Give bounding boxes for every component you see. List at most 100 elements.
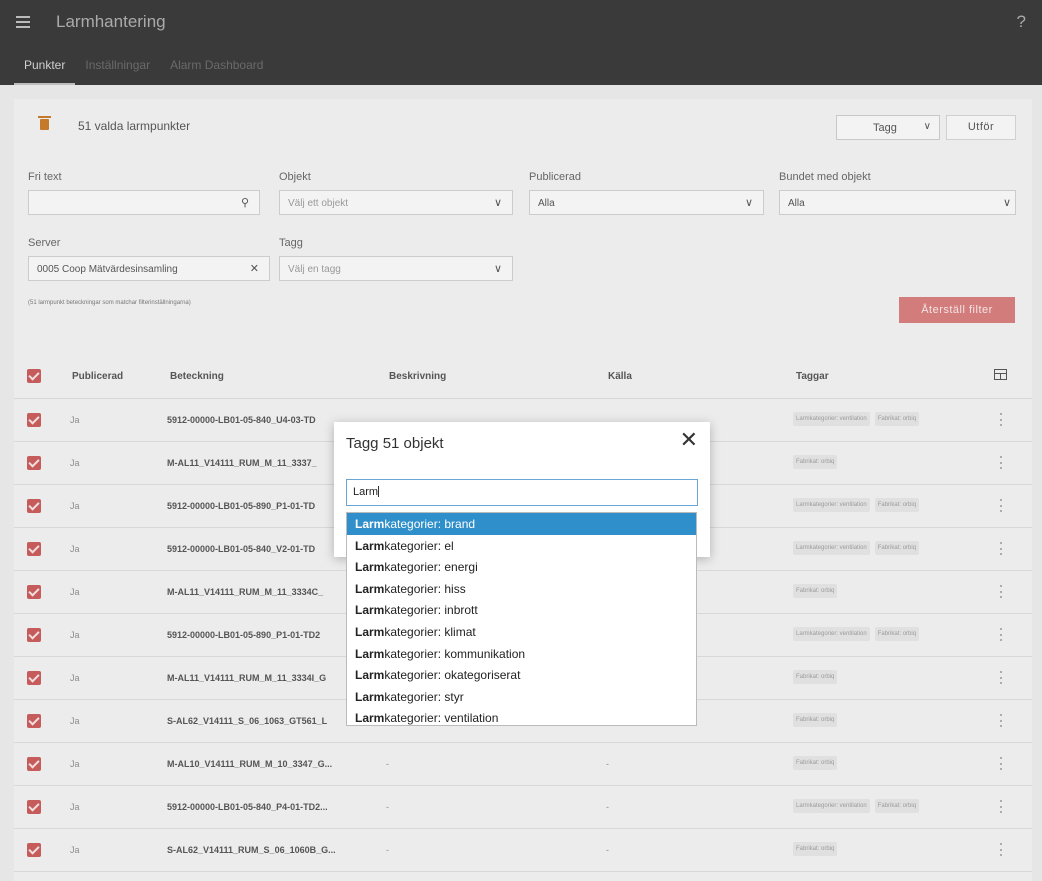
help-icon[interactable]: ? <box>1017 12 1026 32</box>
beteckning-cell[interactable]: 5912-00000-LB01-05-890_P1-01-TD2 <box>167 630 320 640</box>
clear-icon[interactable]: ✕ <box>250 262 259 275</box>
more-vert-icon[interactable] <box>1000 499 1003 512</box>
row-checkbox[interactable] <box>27 800 41 814</box>
more-vert-icon[interactable] <box>1000 542 1003 555</box>
hamburger-menu-icon[interactable] <box>16 16 30 28</box>
tags-cell: Larmkategorier: ventilation Fabrikat: orb… <box>793 541 920 555</box>
tag-chip[interactable]: Larmkategorier: ventilation <box>793 627 870 641</box>
action-select[interactable]: Tagg ∨ <box>836 115 940 140</box>
beteckning-cell[interactable]: M-AL11_V14111_RUM_M_11_3334C_ <box>167 587 323 597</box>
col-taggar[interactable]: Taggar <box>796 371 829 382</box>
more-vert-icon[interactable] <box>1000 843 1003 856</box>
row-checkbox[interactable] <box>27 714 41 728</box>
more-vert-icon[interactable] <box>1000 671 1003 684</box>
publicerad-select[interactable]: Alla ∨ <box>529 190 764 215</box>
row-checkbox[interactable] <box>27 628 41 642</box>
suggestion-item[interactable]: Larmkategorier: okategoriserat <box>347 664 696 686</box>
tab-installningar[interactable]: Inställningar <box>75 44 160 85</box>
beskrivning-cell: - <box>386 759 389 769</box>
beteckning-cell[interactable]: 5912-00000-LB01-05-890_P1-01-TD <box>167 501 315 511</box>
col-beskrivning[interactable]: Beskrivning <box>389 371 446 382</box>
more-vert-icon[interactable] <box>1000 456 1003 469</box>
tag-chip[interactable]: Larmkategorier: ventilation <box>793 498 870 512</box>
tag-chip[interactable]: Larmkategorier: ventilation <box>793 541 870 555</box>
tag-chip[interactable]: Fabrikat: orbiq <box>793 584 838 598</box>
tag-chip[interactable]: Fabrikat: orbiq <box>874 541 920 555</box>
publicerad-cell: Ja <box>70 673 80 683</box>
close-icon[interactable]: ✕ <box>680 427 698 453</box>
beteckning-cell[interactable]: 5912-00000-LB01-05-840_P4-01-TD2... <box>167 802 328 812</box>
table-row[interactable]: Ja S-AL62_V14111_RUM_S_06_1060B_G... - -… <box>14 829 1032 872</box>
tab-alarm-dashboard[interactable]: Alarm Dashboard <box>160 44 273 85</box>
suggestion-item[interactable]: Larmkategorier: brand <box>347 513 696 535</box>
col-publicerad[interactable]: Publicerad <box>72 371 123 382</box>
more-vert-icon[interactable] <box>1000 714 1003 727</box>
beteckning-cell[interactable]: S-AL62_V14111_RUM_S_06_1060B_G... <box>167 845 336 855</box>
suggestion-item[interactable]: Larmkategorier: klimat <box>347 621 696 643</box>
row-checkbox[interactable] <box>27 843 41 857</box>
objekt-select[interactable]: Välj ett objekt ∨ <box>279 190 513 215</box>
tag-chip[interactable]: Fabrikat: orbiq <box>874 799 920 813</box>
more-vert-icon[interactable] <box>1000 585 1003 598</box>
suggestion-item[interactable]: Larmkategorier: energi <box>347 556 696 578</box>
row-checkbox[interactable] <box>27 413 41 427</box>
tag-chip[interactable]: Fabrikat: orbiq <box>793 670 838 684</box>
action-select-value: Tagg <box>873 122 897 134</box>
tag-search-input[interactable]: Larm <box>346 479 698 506</box>
row-checkbox[interactable] <box>27 757 41 771</box>
suggestion-item[interactable]: Larmkategorier: el <box>347 535 696 557</box>
tag-chip[interactable]: Fabrikat: orbiq <box>793 713 838 727</box>
publicerad-cell: Ja <box>70 802 80 812</box>
server-select[interactable]: 0005 Coop Mätvärdesinsamling ✕ <box>28 256 270 281</box>
beteckning-cell[interactable]: 5912-00000-LB01-05-840_U4-03-TD <box>167 415 316 425</box>
tag-chip[interactable]: Larmkategorier: ventilation <box>793 799 870 813</box>
trash-icon[interactable] <box>38 116 51 130</box>
tag-suggestions-dropdown: Larmkategorier: brand Larmkategorier: el L… <box>346 512 697 726</box>
suggestion-item[interactable]: Larmkategorier: kommunikation <box>347 643 696 665</box>
search-icon[interactable]: ⚲ <box>241 196 249 209</box>
fritext-input[interactable]: ⚲ <box>28 190 260 215</box>
suggestion-item[interactable]: Larmkategorier: ventilation <box>347 707 696 725</box>
row-checkbox[interactable] <box>27 671 41 685</box>
chevron-down-icon: ∨ <box>493 263 502 275</box>
suggestion-item[interactable]: Larmkategorier: hiss <box>347 578 696 600</box>
run-button[interactable]: Utför <box>946 115 1016 140</box>
tags-cell: Fabrikat: orbiq <box>793 713 838 727</box>
beteckning-cell[interactable]: M-AL10_V14111_RUM_M_10_3347_G... <box>167 759 332 769</box>
row-checkbox[interactable] <box>27 542 41 556</box>
tag-chip[interactable]: Fabrikat: orbiq <box>874 627 920 641</box>
col-kalla[interactable]: Källa <box>608 371 632 382</box>
beteckning-cell[interactable]: M-AL11_V14111_RUM_M_11_3337_ <box>167 458 317 468</box>
row-checkbox[interactable] <box>27 456 41 470</box>
tag-chip[interactable]: Fabrikat: orbiq <box>793 455 838 469</box>
table-row[interactable]: Ja 5912-00000-LB01-05-840_P4-01-TD2... -… <box>14 786 1032 829</box>
beteckning-cell[interactable]: 5912-00000-LB01-05-840_V2-01-TD <box>167 544 315 554</box>
col-beteckning[interactable]: Beteckning <box>170 371 224 382</box>
server-label: Server <box>28 237 61 249</box>
more-vert-icon[interactable] <box>1000 800 1003 813</box>
suggestion-rest: kategorier: brand <box>384 517 476 531</box>
beteckning-cell[interactable]: S-AL62_V14111_S_06_1063_GT561_L <box>167 716 327 726</box>
reset-filter-button[interactable]: Återställ filter <box>899 297 1015 323</box>
more-vert-icon[interactable] <box>1000 757 1003 770</box>
tag-chip[interactable]: Fabrikat: orbiq <box>874 412 920 426</box>
column-settings-icon[interactable] <box>994 369 1007 380</box>
table-row[interactable]: Ja M-AL10_V14111_RUM_M_10_3347_G... - - … <box>14 743 1032 786</box>
tagg-select[interactable]: Välj en tagg ∨ <box>279 256 513 281</box>
app-bar: Larmhantering ? Punkter Inställningar Al… <box>0 0 1042 85</box>
tag-chip[interactable]: Fabrikat: orbiq <box>793 756 838 770</box>
beteckning-cell[interactable]: M-AL11_V14111_RUM_M_11_3334I_G <box>167 673 326 683</box>
row-checkbox[interactable] <box>27 585 41 599</box>
bundet-select[interactable]: Alla ∨ <box>779 190 1016 215</box>
suggestion-item[interactable]: Larmkategorier: inbrott <box>347 599 696 621</box>
tag-chip[interactable]: Larmkategorier: ventilation <box>793 412 870 426</box>
tab-punkter[interactable]: Punkter <box>14 44 76 85</box>
more-vert-icon[interactable] <box>1000 628 1003 641</box>
tag-chip[interactable]: Fabrikat: orbiq <box>874 498 920 512</box>
suggestion-item[interactable]: Larmkategorier: styr <box>347 686 696 708</box>
row-checkbox[interactable] <box>27 499 41 513</box>
select-all-checkbox[interactable] <box>27 369 41 383</box>
publicerad-cell: Ja <box>70 587 80 597</box>
more-vert-icon[interactable] <box>1000 413 1003 426</box>
tag-chip[interactable]: Fabrikat: orbiq <box>793 842 838 856</box>
